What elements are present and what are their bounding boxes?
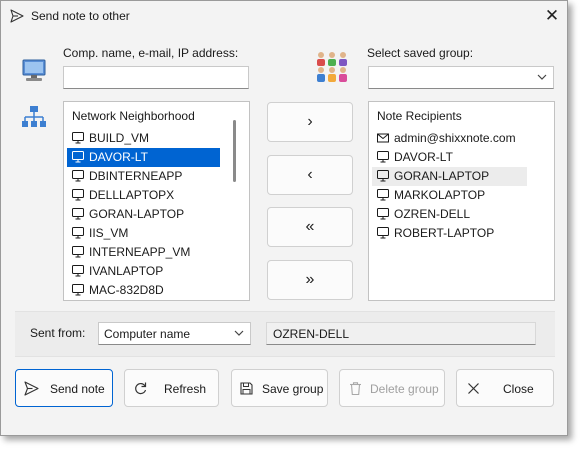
list-item[interactable]: ROBERT-LAPTOP: [372, 224, 527, 243]
list-item-label: DAVOR-LT: [89, 150, 148, 164]
list-item-label: GORAN-LAPTOP: [394, 169, 490, 183]
save-group-label: Save group: [262, 382, 324, 396]
remove-all-button[interactable]: «: [267, 207, 353, 247]
refresh-icon: [135, 382, 147, 395]
list-item-label: INTERNEAPP_VM: [89, 245, 191, 259]
save-disk-icon: [240, 382, 253, 395]
saved-group-select[interactable]: [368, 66, 554, 89]
sent-from-value: OZREN-DELL: [273, 327, 350, 341]
network-list-header: Network Neighborhood: [72, 109, 195, 123]
monitor-icon: [72, 264, 84, 277]
list-item-label: DBINTERNEAPP: [89, 169, 183, 183]
recipients-list-header: Note Recipients: [377, 109, 462, 123]
monitor-icon: [377, 169, 389, 182]
monitor-icon: [72, 226, 84, 239]
refresh-label: Refresh: [164, 382, 207, 396]
network-list-scrollbar[interactable]: [233, 120, 236, 182]
list-item[interactable]: MARKOLAPTOP: [372, 186, 527, 205]
list-item[interactable]: GORAN-LAPTOP: [372, 167, 527, 186]
monitor-icon: [72, 131, 84, 144]
list-item-label: MARKOLAPTOP: [394, 188, 486, 202]
target-address-input[interactable]: [63, 66, 249, 89]
list-item-label: DELLLAPTOPX: [89, 188, 175, 202]
list-item-label: IVANLAPTOP: [89, 264, 164, 278]
refresh-button[interactable]: Refresh: [124, 369, 219, 407]
window-title: Send note to other: [31, 9, 130, 23]
computer-icon: [22, 59, 46, 81]
close-label: Close: [503, 382, 534, 396]
list-item[interactable]: DAVOR-LT: [67, 148, 220, 167]
list-item[interactable]: MAC-832D8D: [67, 281, 220, 300]
list-item[interactable]: INTERNEAPP_VM: [67, 243, 220, 262]
delete-group-label: Delete group: [370, 382, 439, 396]
list-item[interactable]: GORAN-LAPTOP: [67, 205, 220, 224]
close-icon: [468, 383, 479, 394]
list-item-label: admin@shixxnote.com: [394, 131, 516, 145]
target-label: Comp. name, e-mail, IP address:: [63, 46, 239, 60]
list-item[interactable]: DBINTERNEAPP: [67, 167, 220, 186]
remove-recipient-button[interactable]: ‹: [267, 155, 353, 195]
people-group-icon: [317, 52, 347, 82]
send-note-label: Send note: [50, 382, 105, 396]
saved-group-label: Select saved group:: [367, 46, 474, 60]
sent-from-mode-value: Computer name: [104, 327, 191, 341]
list-item[interactable]: admin@shixxnote.com: [372, 129, 527, 148]
list-item[interactable]: DAVOR-LT: [372, 148, 527, 167]
close-button[interactable]: Close: [456, 369, 554, 407]
sent-from-label: Sent from:: [30, 326, 86, 340]
chevron-down-icon: [234, 330, 244, 336]
monitor-icon: [377, 188, 389, 201]
close-window-button[interactable]: ✕: [539, 5, 565, 27]
monitor-icon: [72, 150, 84, 163]
list-item-label: OZREN-DELL: [394, 207, 471, 221]
monitor-icon: [72, 207, 84, 220]
network-neighborhood-list[interactable]: Network Neighborhood BUILD_VM DAVOR-LT DBI…: [63, 101, 250, 301]
list-item[interactable]: OZREN-DELL: [372, 205, 527, 224]
sent-from-value-field: OZREN-DELL: [266, 322, 536, 345]
save-group-button[interactable]: Save group: [231, 369, 328, 407]
list-item-label: DAVOR-LT: [394, 150, 453, 164]
list-item-label: GORAN-LAPTOP: [89, 207, 185, 221]
add-all-button[interactable]: »: [267, 260, 353, 300]
monitor-icon: [72, 188, 84, 201]
remove-label: ‹: [307, 166, 313, 183]
monitor-icon: [377, 226, 389, 239]
send-note-dialog: Send note to other ✕ Comp. name, e-mail,…: [0, 0, 568, 436]
add-all-label: »: [305, 271, 315, 288]
list-item-label: MAC-832D8D: [89, 283, 164, 297]
monitor-icon: [377, 150, 389, 163]
network-icon: [22, 106, 46, 127]
send-note-button[interactable]: Send note: [15, 369, 113, 407]
envelope-icon: [377, 131, 389, 143]
list-item[interactable]: IIS_VM: [67, 224, 220, 243]
list-item-label: ROBERT-LAPTOP: [394, 226, 495, 240]
remove-all-label: «: [305, 218, 315, 235]
monitor-icon: [72, 283, 84, 296]
sent-from-mode-select[interactable]: Computer name: [98, 322, 251, 345]
chevron-down-icon: [537, 74, 547, 80]
delete-group-button[interactable]: Delete group: [339, 369, 445, 407]
monitor-icon: [377, 207, 389, 220]
trash-icon: [350, 382, 361, 396]
monitor-icon: [72, 169, 84, 182]
send-arrow-icon: [24, 381, 39, 396]
send-arrow-icon: [10, 9, 24, 23]
note-recipients-list[interactable]: Note Recipients admin@shixxnote.com DAVOR…: [368, 101, 555, 301]
list-item[interactable]: IVANLAPTOP: [67, 262, 220, 281]
monitor-icon: [72, 245, 84, 258]
title-bar: Send note to other ✕: [1, 1, 567, 31]
add-recipient-button[interactable]: ›: [267, 102, 353, 142]
add-label: ›: [307, 113, 313, 130]
list-item-label: BUILD_VM: [89, 131, 150, 145]
list-item[interactable]: DELLLAPTOPX: [67, 186, 220, 205]
list-item[interactable]: BUILD_VM: [67, 129, 220, 148]
list-item-label: IIS_VM: [89, 226, 129, 240]
